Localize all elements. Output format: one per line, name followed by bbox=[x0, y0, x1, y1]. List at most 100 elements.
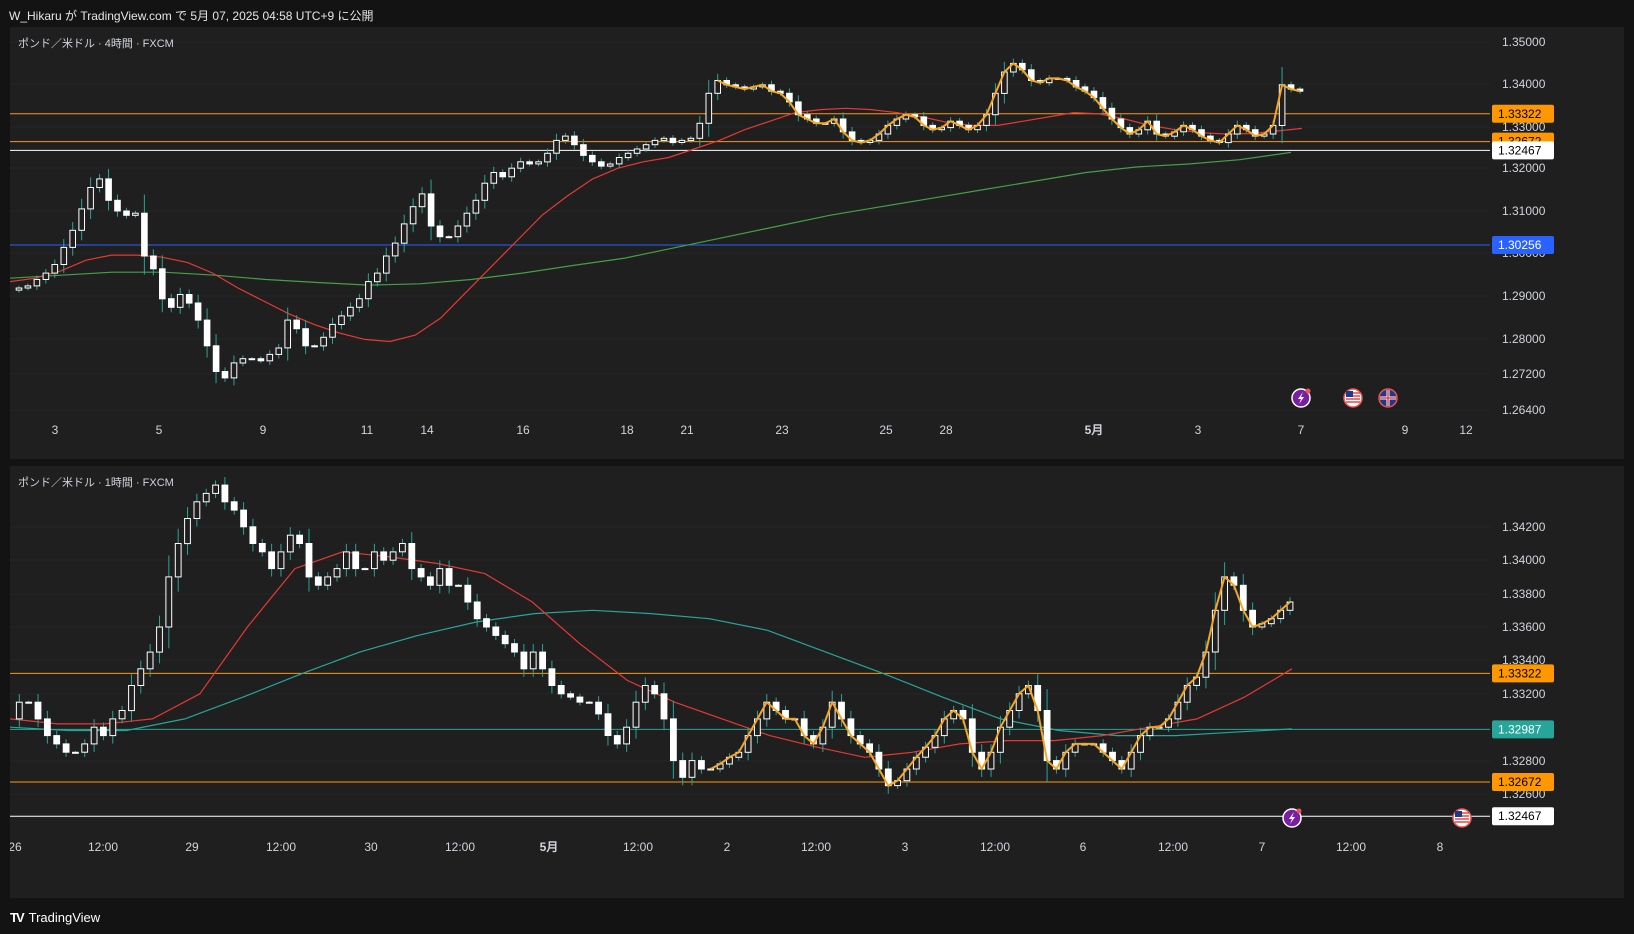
candle-body bbox=[688, 760, 696, 778]
price-tag-label-3: 1.30256 bbox=[1498, 238, 1542, 252]
candle-body bbox=[526, 161, 533, 165]
candle-body bbox=[501, 634, 509, 645]
candle-body bbox=[473, 601, 481, 620]
x-tick-label: 12:00 bbox=[88, 840, 118, 854]
candle-body bbox=[417, 568, 425, 578]
candle-body bbox=[123, 210, 130, 216]
lightning-icon-dot bbox=[1305, 388, 1311, 394]
candle-body bbox=[374, 272, 381, 283]
candle-body bbox=[185, 294, 193, 304]
y-tick-label: 1.33200 bbox=[1502, 687, 1546, 701]
candle-body bbox=[90, 726, 98, 745]
candle-body bbox=[194, 302, 202, 321]
candle-body bbox=[436, 568, 444, 586]
x-tick-label: 25 bbox=[879, 423, 893, 437]
candle-body bbox=[249, 526, 257, 544]
x-tick-label: 18 bbox=[620, 423, 634, 437]
x-tick-label: 7 bbox=[1298, 423, 1305, 437]
candle-body bbox=[678, 139, 686, 144]
chart-pane-1h[interactable]: 1.34200 1.34000 1.33800 1.33600 1.33400 1.332… bbox=[10, 466, 1624, 898]
candle-body bbox=[633, 148, 641, 154]
candle-body bbox=[651, 685, 659, 695]
y-tick-label: 1.34000 bbox=[1502, 553, 1546, 567]
candle-body bbox=[707, 768, 715, 771]
candle-body bbox=[400, 223, 408, 244]
x-tick-label: 5 bbox=[156, 423, 163, 437]
candle-body bbox=[418, 193, 426, 208]
candle-body bbox=[409, 206, 417, 225]
ma-red-line bbox=[10, 551, 1293, 758]
candle-body bbox=[96, 178, 103, 188]
lightning-icon[interactable] bbox=[1291, 388, 1311, 408]
candle-body bbox=[371, 551, 378, 570]
lightning-icon[interactable] bbox=[1282, 808, 1302, 828]
candle-body bbox=[604, 713, 612, 737]
x-tick-label: 12:00 bbox=[445, 840, 475, 854]
price-tag-label-2: 1.32672 bbox=[1498, 775, 1542, 789]
x-tick-label: 12:00 bbox=[1336, 840, 1366, 854]
candle-body bbox=[427, 576, 434, 586]
candle-body bbox=[51, 264, 59, 274]
chart-pane-4h[interactable]: 1.350001.340001.330001.320001.310001.300… bbox=[10, 27, 1624, 459]
candle-body bbox=[100, 726, 107, 737]
candle-body bbox=[257, 358, 265, 362]
candle-body bbox=[553, 139, 560, 154]
y-tick-label: 1.33600 bbox=[1502, 620, 1546, 634]
candle-body bbox=[302, 328, 309, 347]
us-flag-icon[interactable] bbox=[1343, 388, 1363, 408]
candle-body bbox=[606, 163, 614, 167]
candle-body bbox=[314, 576, 322, 586]
candle-body bbox=[463, 212, 471, 227]
chart-4h-svg[interactable]: 1.350001.340001.330001.320001.310001.300… bbox=[10, 27, 1624, 459]
candle-body bbox=[212, 345, 220, 372]
us-flag-canton bbox=[1346, 391, 1353, 397]
candle-body bbox=[114, 199, 121, 212]
candle-body bbox=[511, 643, 518, 653]
candle-body bbox=[383, 255, 390, 274]
pane-title-4h: ポンド／米ドル · 4時間 · FXCM bbox=[18, 38, 174, 50]
y-tick-label: 1.32000 bbox=[1502, 161, 1546, 175]
candle-body bbox=[230, 501, 238, 511]
candle-body bbox=[293, 319, 300, 330]
candle-body bbox=[69, 229, 77, 248]
uk-flag-icon[interactable] bbox=[1378, 388, 1398, 408]
x-tick-label: 12:00 bbox=[266, 840, 296, 854]
candle-body bbox=[389, 551, 397, 561]
chart-0-layer: 1.350001.340001.330001.320001.310001.300… bbox=[10, 27, 1624, 459]
candle-body bbox=[159, 268, 166, 300]
price-tag-label-2: 1.32467 bbox=[1498, 143, 1542, 157]
candle-body bbox=[356, 298, 363, 308]
candle-body bbox=[517, 161, 524, 169]
candle-body bbox=[62, 743, 70, 753]
candle-body bbox=[184, 518, 191, 545]
candle-body bbox=[105, 178, 112, 201]
chart-1-layer: 1.342001.340001.338001.336001.334001.332… bbox=[10, 466, 1624, 898]
candle-body bbox=[221, 371, 229, 379]
candle-body bbox=[141, 212, 148, 257]
tradingview-logo[interactable]: TV TradingView bbox=[10, 910, 100, 925]
x-tick-label: 16 bbox=[516, 423, 530, 437]
us-flag-canton bbox=[1455, 811, 1462, 817]
x-tick-label: 8 bbox=[1437, 840, 1444, 854]
candle-body bbox=[150, 255, 157, 270]
candle-body bbox=[193, 501, 201, 519]
candle-body bbox=[221, 484, 229, 503]
candle-body bbox=[44, 718, 51, 737]
x-tick-label: 23 bbox=[775, 423, 789, 437]
candle-body bbox=[347, 306, 354, 317]
publish-header: W_Hikaru が TradingView.com で 5月 07, 2025… bbox=[0, 0, 1634, 27]
candle-body bbox=[499, 172, 506, 178]
candle-body bbox=[380, 551, 388, 561]
candle-body bbox=[567, 693, 575, 698]
candle-body bbox=[60, 246, 68, 265]
candle-body bbox=[632, 701, 640, 728]
chart-1h-svg[interactable]: 1.342001.340001.338001.336001.334001.332… bbox=[10, 466, 1624, 898]
candle-body bbox=[156, 626, 163, 653]
x-tick-label: 26 bbox=[10, 840, 22, 854]
candle-body bbox=[508, 167, 515, 178]
us-flag-icon[interactable] bbox=[1452, 808, 1472, 828]
candle-body bbox=[408, 543, 416, 570]
time-axis-bg bbox=[10, 861, 1490, 898]
x-tick-label: 21 bbox=[680, 423, 694, 437]
candle-body bbox=[571, 135, 578, 146]
